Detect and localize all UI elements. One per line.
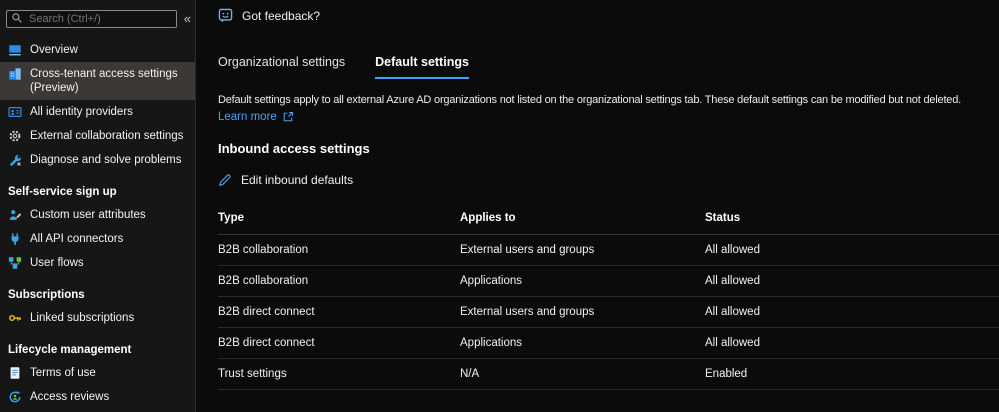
sidebar-item-overview[interactable]: Overview — [0, 38, 195, 62]
default-settings-description: Default settings apply to all external A… — [218, 94, 961, 106]
sidebar-item-custom-user-attributes[interactable]: Custom user attributes — [0, 203, 195, 227]
tab-default-settings[interactable]: Default settings — [375, 55, 469, 79]
cell-applies-to: External users and groups — [460, 296, 705, 328]
identity-providers-icon — [8, 107, 22, 117]
feedback-button[interactable]: Got feedback? — [218, 8, 320, 23]
gear-icon — [9, 130, 21, 142]
sidebar-item-all-api-connectors[interactable]: All API connectors — [0, 227, 195, 251]
edit-inbound-defaults-label: Edit inbound defaults — [241, 173, 354, 187]
edit-inbound-defaults-button[interactable]: Edit inbound defaults — [218, 173, 353, 187]
feedback-smiley-icon — [218, 8, 233, 23]
sidebar-section-subscriptions: Subscriptions — [8, 289, 85, 301]
sidebar-item-linked-subscriptions[interactable]: Linked subscriptions — [0, 306, 195, 330]
sidebar-item-cross-tenant-access-settings[interactable]: Cross-tenant access settings (Preview) — [0, 62, 195, 100]
search-icon — [12, 13, 22, 23]
cell-type: B2B direct connect — [218, 327, 460, 359]
table-header-row: Type Applies to Status — [218, 205, 999, 235]
cell-status: All allowed — [705, 327, 999, 359]
cell-type: Trust settings — [218, 358, 460, 390]
sidebar-item-label: Access reviews — [30, 391, 110, 403]
cross-tenant-access-icon — [9, 68, 21, 80]
wrench-icon — [9, 155, 21, 167]
sidebar-item-external-collaboration-settings[interactable]: External collaboration settings — [0, 124, 195, 148]
sidebar-item-terms-of-use[interactable]: Terms of use — [0, 361, 195, 385]
pencil-icon — [218, 174, 231, 187]
external-link-icon — [283, 111, 293, 122]
collapse-sidebar-button[interactable]: « — [184, 10, 191, 28]
overview-icon — [9, 45, 21, 56]
app-window: « Overview Cross-tenant ac — [0, 0, 999, 412]
sidebar-item-label: All identity providers — [30, 106, 133, 118]
key-icon — [8, 314, 21, 322]
search-input[interactable] — [6, 10, 177, 28]
cell-type: B2B direct connect — [218, 296, 460, 328]
access-reviews-icon — [9, 391, 21, 403]
sidebar-item-label: All API connectors — [30, 233, 124, 245]
cell-status: All allowed — [705, 265, 999, 297]
sidebar-item-label: User flows — [30, 257, 84, 269]
main-content: Got feedback? Organizational settings De… — [196, 0, 999, 412]
sidebar-section-self-service-sign-up: Self-service sign up — [8, 186, 117, 198]
cell-type: B2B collaboration — [218, 265, 460, 297]
sidebar-nav: Overview Cross-tenant access settings (P… — [0, 38, 195, 409]
sidebar-item-label: Linked subscriptions — [30, 312, 135, 324]
cell-status: All allowed — [705, 234, 999, 266]
sidebar-item-diagnose-and-solve-problems[interactable]: Diagnose and solve problems — [0, 148, 195, 172]
table-row: B2B collaboration Applications All allow… — [218, 265, 999, 297]
cell-applies-to: N/A — [460, 358, 705, 390]
sidebar-item-access-reviews[interactable]: Access reviews — [0, 385, 195, 409]
user-attributes-icon — [9, 210, 22, 220]
sidebar-item-label: Custom user attributes — [30, 209, 146, 221]
tab-organizational-settings[interactable]: Organizational settings — [218, 55, 345, 79]
sidebar-item-all-identity-providers[interactable]: All identity providers — [0, 100, 195, 124]
sidebar-search-row: « — [0, 9, 195, 28]
cell-applies-to: External users and groups — [460, 234, 705, 266]
user-flows-icon — [8, 257, 22, 269]
searchbox — [6, 9, 177, 28]
cell-applies-to: Applications — [460, 327, 705, 359]
sidebar-section-lifecycle-management: Lifecycle management — [8, 344, 132, 356]
column-header-applies-to: Applies to — [460, 205, 705, 235]
feedback-label: Got feedback? — [242, 8, 321, 23]
table-row: B2B collaboration External users and gro… — [218, 234, 999, 266]
cell-type: B2B collaboration — [218, 234, 460, 266]
cell-status: Enabled — [705, 358, 999, 390]
sidebar-item-label: Overview — [30, 44, 78, 56]
inbound-access-settings-title: Inbound access settings — [218, 141, 370, 156]
cell-status: All allowed — [705, 296, 999, 328]
document-icon — [10, 367, 20, 379]
column-header-status: Status — [705, 205, 999, 235]
sidebar-item-user-flows[interactable]: User flows — [0, 251, 195, 275]
api-connector-icon — [11, 233, 19, 245]
sidebar: « Overview Cross-tenant ac — [0, 0, 196, 412]
table-row: Trust settings N/A Enabled — [218, 358, 999, 390]
inbound-defaults-table: Type Applies to Status B2B collaboration… — [218, 205, 999, 390]
learn-more-label: Learn more — [218, 111, 277, 123]
sidebar-item-label: External collaboration settings — [30, 130, 184, 142]
learn-more-link[interactable]: Learn more — [218, 111, 294, 123]
sidebar-item-label: Cross-tenant access settings (Preview) — [30, 68, 178, 94]
tab-bar: Organizational settings Default settings — [218, 55, 999, 79]
table-row: B2B direct connect External users and gr… — [218, 296, 999, 328]
cell-applies-to: Applications — [460, 265, 705, 297]
sidebar-item-label: Diagnose and solve problems — [30, 154, 182, 166]
column-header-type: Type — [218, 205, 460, 235]
sidebar-item-label: Terms of use — [30, 367, 96, 379]
table-row: B2B direct connect Applications All allo… — [218, 327, 999, 359]
